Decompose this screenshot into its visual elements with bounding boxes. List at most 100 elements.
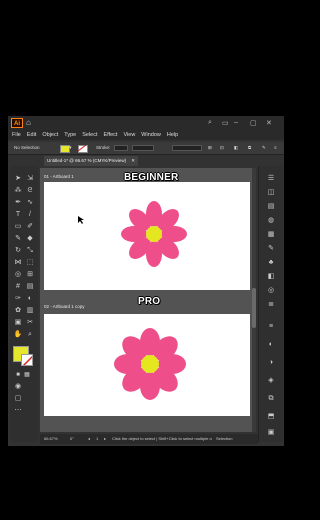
blend-tool-icon[interactable]: ◐ [25,294,35,304]
eraser-tool-icon[interactable]: ◆ [25,234,35,244]
menu-effect[interactable]: Effect [104,130,118,140]
document-tab[interactable]: Untitled-1* @ 66.67 % (CMYK/Preview) ✕ [44,156,138,166]
paintbrush-tool-icon[interactable]: ✐ [25,222,35,232]
menu-edit[interactable]: Edit [27,130,36,140]
stroke-swatch[interactable] [78,145,88,153]
draw-mode-icon[interactable]: ◉ [13,382,23,392]
stroke-label: Stroke: [96,145,111,150]
align-icon[interactable]: ⊞ [208,142,212,154]
stroke-weight-field[interactable] [114,145,128,151]
free-transform-icon[interactable]: ⬚ [25,258,35,268]
variable-width-profile[interactable] [132,145,154,151]
maximize-icon[interactable]: ▢ [250,119,257,127]
flower-center [141,355,159,373]
close-window-icon[interactable]: ✕ [266,119,272,127]
shape-builder-icon[interactable]: ◎ [13,270,23,280]
shaper-tool-icon[interactable]: ✎ [13,234,23,244]
swatches-icon[interactable]: ▦ [266,230,276,240]
scale-tool-icon[interactable]: ⤡ [25,246,35,256]
mesh-tool-icon[interactable]: # [13,282,23,292]
type-tool-icon[interactable]: T [13,210,23,220]
graphic-styles-icon[interactable]: ◧ [266,272,276,282]
hand-tool-icon[interactable]: ✋ [13,330,23,340]
arrange-documents-icon[interactable]: ▭ [222,119,229,127]
gradient-mode-icon[interactable]: ▦ [22,370,32,380]
curvature-tool-icon[interactable]: ∿ [25,198,35,208]
artboard-2[interactable] [44,314,250,416]
next-artboard-icon[interactable]: ▸ [104,434,106,444]
libraries-icon[interactable]: ▤ [266,202,276,212]
prev-artboard-icon[interactable]: ◂ [88,434,90,444]
magic-wand-icon[interactable]: ⁂ [13,186,23,196]
layers-icon[interactable]: ◫ [266,188,276,198]
tools-panel: ➤ ⇲ ⁂ ᘓ ✒ ∿ T / ▭ ✐ ✎ ◆ ↻ ⤡ ⋈ ⬚ ◎ ⊞ # ▤ … [10,166,38,442]
menu-view[interactable]: View [123,130,135,140]
menu-file[interactable]: File [12,130,21,140]
lasso-tool-icon[interactable]: ᘓ [25,186,35,196]
direct-selection-tool-icon[interactable]: ⇲ [25,174,35,184]
menu-type[interactable]: Type [64,130,76,140]
style-field[interactable] [172,145,202,151]
search-icon[interactable]: ⌕ [208,119,212,127]
gradient-tool-icon[interactable]: ▤ [25,282,35,292]
artboard-1[interactable] [44,182,250,290]
control-bar: No Selection ▾ Stroke: ⊞ ⊡ ◧ ⧉ ✎ ≡ [8,142,284,155]
zoom-tool-icon[interactable]: ⌕ [25,330,35,340]
isolate-icon[interactable]: ◧ [234,142,238,154]
rotation-value[interactable]: 0° [70,434,74,444]
vertical-scrollbar[interactable] [252,168,256,432]
align-panel-icon[interactable]: ≣ [266,300,276,310]
transform-icon[interactable]: ⊡ [220,142,224,154]
document-title: Untitled-1* @ 66.67 % (CMYK/Preview) [47,158,127,163]
fill-dropdown-icon[interactable]: ▾ [69,142,72,154]
graph-tool-icon[interactable]: ▥ [25,306,35,316]
rectangle-tool-icon[interactable]: ▭ [13,222,23,232]
minimize-icon[interactable]: – [234,119,238,126]
links-icon[interactable]: ▣ [266,428,276,438]
appearance-icon[interactable]: ◎ [266,286,276,296]
pen-tool-icon[interactable]: ✒ [13,198,23,208]
line-tool-icon[interactable]: / [25,210,35,220]
home-icon[interactable]: ⌂ [26,118,31,127]
app-logo: Ai [11,118,23,128]
canvas-area[interactable]: 01 - Artboard 1 BEGINNER 02 - Artboard 1… [40,168,252,432]
perspective-grid-icon[interactable]: ⊞ [25,270,35,280]
artboard-number[interactable]: 1 [96,434,98,444]
menu-select[interactable]: Select [82,130,97,140]
gradient-panel-icon[interactable]: ◐ [266,340,276,350]
properties-icon[interactable]: ☰ [266,174,276,184]
panel-menu-icon[interactable]: ≡ [274,142,277,154]
artboards-panel-icon[interactable]: ⧉ [266,394,276,404]
pro-caption: PRO [138,296,161,307]
asset-export-icon[interactable]: ⬒ [266,412,276,422]
flower-beginner[interactable] [44,182,250,290]
close-tab-icon[interactable]: ✕ [131,156,135,166]
arrange-icon[interactable]: ⧉ [248,142,251,154]
eyedropper-tool-icon[interactable]: ✑ [13,294,23,304]
selection-tool-icon[interactable]: ➤ [13,174,23,184]
width-tool-icon[interactable]: ⋈ [13,258,23,268]
symbols-icon[interactable]: ♣ [266,258,276,268]
symbol-sprayer-icon[interactable]: ✿ [13,306,23,316]
flower-pro[interactable] [44,314,250,416]
scroll-thumb[interactable] [252,288,256,328]
brushes-icon[interactable]: ✎ [266,244,276,254]
slice-tool-icon[interactable]: ✂ [25,318,35,328]
menu-object[interactable]: Object [42,130,58,140]
artboard-tool-icon[interactable]: ▣ [13,318,23,328]
stroke-color-icon[interactable] [21,354,33,366]
layers-stack-icon[interactable]: ◈ [266,376,276,386]
flower-beginner-group [121,201,187,267]
menu-help[interactable]: Help [167,130,178,140]
selection-status: No Selection [14,145,40,150]
zoom-level[interactable]: 66.67% [44,434,58,444]
menu-window[interactable]: Window [141,130,161,140]
right-panel-dock: ☰ ◫ ▤ ◍ ▦ ✎ ♣ ◧ ◎ ≣ ≡ ◐ ◑ ◈ ⧉ ⬒ ▣ [258,166,283,442]
stroke-panel-icon[interactable]: ≡ [266,322,276,332]
transparency-icon[interactable]: ◑ [266,358,276,368]
edit-toolbar-icon[interactable]: ⋯ [13,406,23,416]
color-icon[interactable]: ◍ [266,216,276,226]
screen-mode-icon[interactable]: ▢ [13,394,23,404]
pen-tool-option-icon[interactable]: ✎ [262,142,266,154]
rotate-tool-icon[interactable]: ↻ [13,246,23,256]
